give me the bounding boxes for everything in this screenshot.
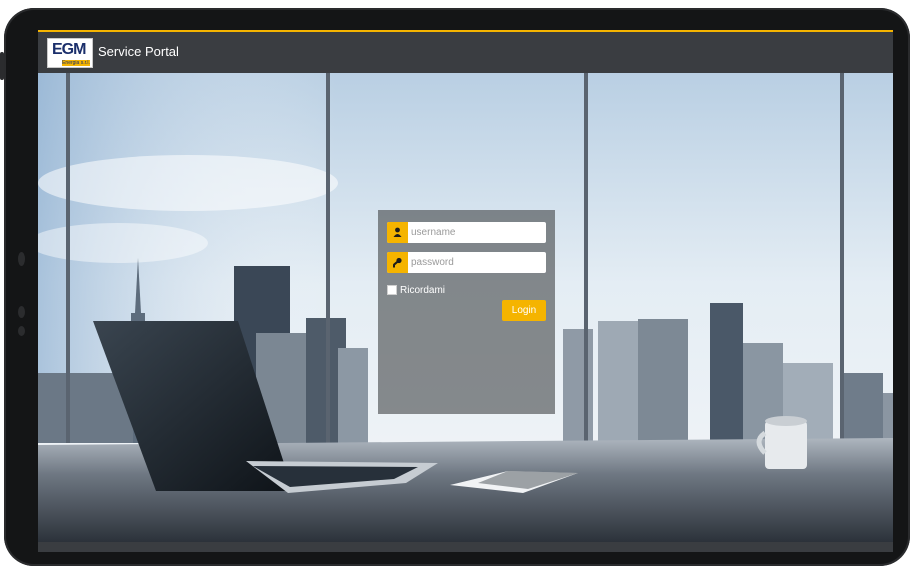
side-control (18, 252, 25, 266)
remember-me[interactable]: Ricordami (387, 284, 445, 296)
logo-tagline: Energia s.r.l. (62, 60, 90, 66)
login-panel: Ricordami Login (378, 210, 555, 414)
key-icon (387, 252, 408, 273)
power-button (0, 52, 4, 80)
username-field[interactable] (387, 222, 546, 243)
username-input[interactable] (411, 223, 541, 241)
remember-checkbox[interactable] (387, 285, 397, 295)
side-control (18, 326, 25, 336)
footer-bar (38, 542, 893, 552)
user-icon (387, 222, 408, 243)
logo-text: EGM (52, 41, 86, 58)
screen: EGM Energia s.r.l. Service Portal Ricord… (38, 30, 893, 552)
password-input[interactable] (411, 253, 541, 271)
login-button[interactable]: Login (502, 300, 546, 321)
app-title: Service Portal (98, 44, 179, 59)
company-logo[interactable]: EGM Energia s.r.l. (47, 38, 93, 68)
remember-label: Ricordami (400, 284, 446, 296)
password-field[interactable] (387, 252, 546, 273)
header-bar: EGM Energia s.r.l. Service Portal (38, 30, 893, 73)
side-control (18, 306, 25, 318)
